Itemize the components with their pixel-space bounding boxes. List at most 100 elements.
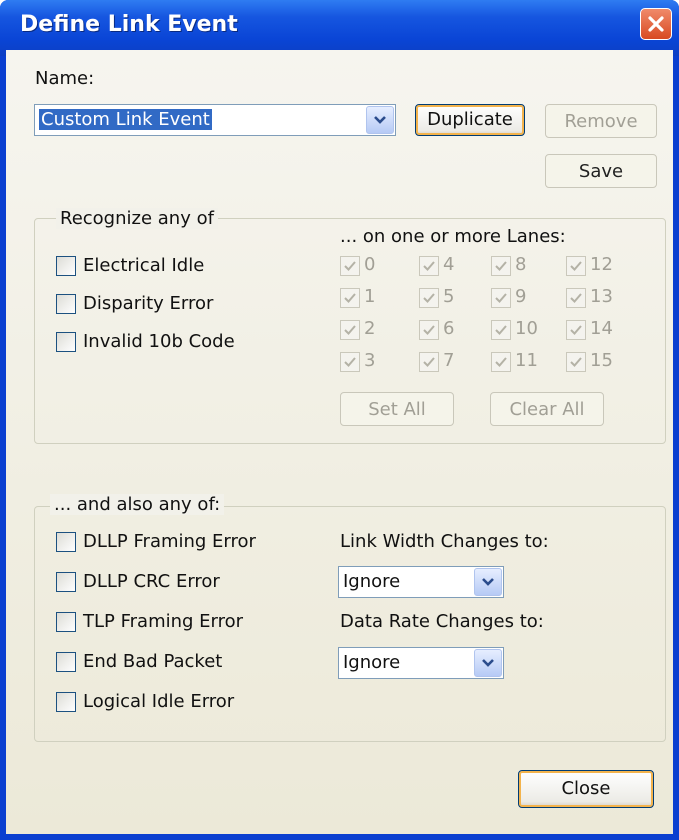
lane-1-label: 1: [364, 286, 376, 307]
lane-15-checkbox[interactable]: [566, 352, 586, 372]
lane-10-checkbox[interactable]: [491, 320, 511, 340]
duplicate-button-label: Duplicate: [427, 109, 513, 130]
invalid-10b-code-label: Invalid 10b Code: [83, 331, 235, 352]
end-bad-packet-label: End Bad Packet: [83, 651, 223, 672]
lane-12-label: 12: [590, 254, 613, 275]
check-icon: [495, 293, 507, 303]
check-icon: [423, 325, 435, 335]
name-combobox-value: Custom Link Event: [39, 109, 212, 130]
window-close-button[interactable]: [640, 8, 672, 40]
recognize-group-title: Recognize any of: [56, 208, 218, 229]
close-button[interactable]: Close: [518, 770, 654, 808]
lane-11-checkbox[interactable]: [491, 352, 511, 372]
lane-9-checkbox[interactable]: [491, 288, 511, 308]
dllp-framing-error-label: DLLP Framing Error: [83, 531, 256, 552]
dialog-body: Name: Custom Link Event Duplicate Remove…: [6, 50, 673, 834]
lane-5-label: 5: [443, 286, 455, 307]
check-icon: [344, 261, 356, 271]
lane-9-label: 9: [515, 286, 527, 307]
save-button[interactable]: Save: [545, 154, 657, 188]
data-rate-dropdown-button[interactable]: [474, 649, 502, 677]
dllp-crc-error-label: DLLP CRC Error: [83, 571, 220, 592]
save-button-label: Save: [578, 161, 624, 182]
link-width-value: Ignore: [343, 571, 401, 592]
dllp-crc-error-checkbox[interactable]: [56, 572, 76, 592]
lane-6-checkbox[interactable]: [419, 320, 439, 340]
lane-4-label: 4: [443, 254, 455, 275]
chevron-down-icon: [482, 578, 494, 586]
disparity-error-label: Disparity Error: [83, 293, 214, 314]
lane-0-label: 0: [364, 254, 376, 275]
chevron-down-icon: [374, 116, 386, 124]
close-button-label: Close: [561, 778, 611, 799]
check-icon: [423, 293, 435, 303]
check-icon: [570, 293, 582, 303]
lane-8-checkbox[interactable]: [491, 256, 511, 276]
tlp-framing-error-label: TLP Framing Error: [83, 611, 244, 632]
lane-7-checkbox[interactable]: [419, 352, 439, 372]
set-all-button-label: Set All: [368, 399, 426, 420]
check-icon: [570, 261, 582, 271]
invalid-10b-code-checkbox[interactable]: [56, 332, 76, 352]
tlp-framing-error-checkbox[interactable]: [56, 612, 76, 632]
check-icon: [423, 357, 435, 367]
lane-4-checkbox[interactable]: [419, 256, 439, 276]
check-icon: [570, 357, 582, 367]
lane-5-checkbox[interactable]: [419, 288, 439, 308]
data-rate-combobox[interactable]: Ignore: [338, 647, 504, 679]
lane-2-label: 2: [364, 318, 376, 339]
duplicate-button[interactable]: Duplicate: [415, 104, 525, 136]
lane-1-checkbox[interactable]: [340, 288, 360, 308]
lanes-title: ... on one or more Lanes:: [340, 226, 566, 247]
check-icon: [344, 293, 356, 303]
dllp-framing-error-checkbox[interactable]: [56, 532, 76, 552]
set-all-button[interactable]: Set All: [340, 392, 454, 426]
link-width-label: Link Width Changes to:: [340, 531, 549, 552]
data-rate-value: Ignore: [343, 652, 401, 673]
lane-10-label: 10: [515, 318, 538, 339]
electrical-idle-checkbox[interactable]: [56, 256, 76, 276]
also-group-title: ... and also any of:: [50, 494, 225, 515]
lane-14-checkbox[interactable]: [566, 320, 586, 340]
link-width-dropdown-button[interactable]: [474, 568, 502, 596]
name-dropdown-button[interactable]: [366, 106, 394, 134]
lane-6-label: 6: [443, 318, 455, 339]
name-combobox[interactable]: Custom Link Event: [34, 104, 396, 136]
check-icon: [344, 325, 356, 335]
dialog-window: Define Link Event Name: Custom Link Even…: [0, 0, 679, 840]
check-icon: [423, 261, 435, 271]
clear-all-button-label: Clear All: [509, 399, 585, 420]
close-icon: [648, 16, 664, 32]
lane-0-checkbox[interactable]: [340, 256, 360, 276]
end-bad-packet-checkbox[interactable]: [56, 652, 76, 672]
lane-7-label: 7: [443, 350, 455, 371]
title-bar: Define Link Event: [0, 0, 679, 56]
check-icon: [570, 325, 582, 335]
logical-idle-error-checkbox[interactable]: [56, 692, 76, 712]
name-label: Name:: [35, 68, 95, 89]
check-icon: [495, 325, 507, 335]
remove-button-label: Remove: [564, 111, 638, 132]
lane-3-checkbox[interactable]: [340, 352, 360, 372]
lane-15-label: 15: [590, 350, 613, 371]
check-icon: [495, 357, 507, 367]
data-rate-label: Data Rate Changes to:: [340, 611, 544, 632]
lane-8-label: 8: [515, 254, 527, 275]
chevron-down-icon: [482, 659, 494, 667]
check-icon: [344, 357, 356, 367]
lane-11-label: 11: [515, 350, 538, 371]
window-title: Define Link Event: [20, 12, 238, 37]
electrical-idle-label: Electrical Idle: [83, 255, 205, 276]
disparity-error-checkbox[interactable]: [56, 294, 76, 314]
lane-2-checkbox[interactable]: [340, 320, 360, 340]
lane-14-label: 14: [590, 318, 613, 339]
lane-3-label: 3: [364, 350, 376, 371]
link-width-combobox[interactable]: Ignore: [338, 566, 504, 598]
logical-idle-error-label: Logical Idle Error: [83, 691, 235, 712]
check-icon: [495, 261, 507, 271]
lane-13-label: 13: [590, 286, 613, 307]
clear-all-button[interactable]: Clear All: [490, 392, 604, 426]
lane-12-checkbox[interactable]: [566, 256, 586, 276]
remove-button[interactable]: Remove: [545, 104, 657, 138]
lane-13-checkbox[interactable]: [566, 288, 586, 308]
